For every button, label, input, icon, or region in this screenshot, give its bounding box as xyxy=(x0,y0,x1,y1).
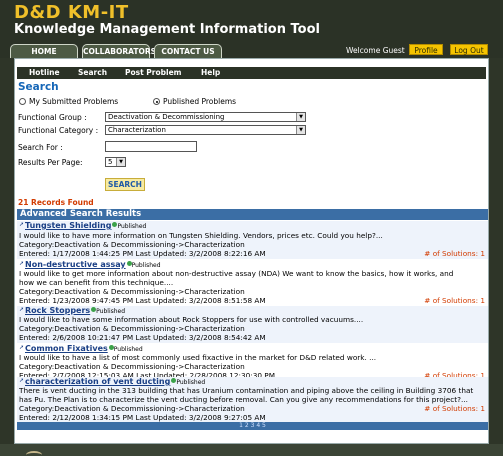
result-category: Category:Deactivation & Decommissioning-… xyxy=(19,240,245,249)
result-item: ➚Rock Stoppers Published I would like to … xyxy=(17,306,488,343)
app-subtitle: Knowledge Management Information Tool xyxy=(14,22,320,37)
results-header: Advanced Search Results xyxy=(17,209,488,220)
footer-logo xyxy=(26,451,42,456)
tab-contact-us[interactable]: CONTACT US xyxy=(154,44,222,58)
results-per-page-label: Results Per Page: xyxy=(18,158,83,167)
result-category: Category:Deactivation & Decommissioning-… xyxy=(19,404,245,413)
functional-category-label: Functional Category : xyxy=(18,126,99,135)
submenu-post-problem[interactable]: Post Problem xyxy=(125,67,182,79)
result-description: I would like to get more information abo… xyxy=(19,269,454,278)
result-item: ➚characterization of vent ducting Publish… xyxy=(17,377,488,422)
functional-group-select[interactable]: Deactivation & Decommissioning ▼ xyxy=(105,112,306,122)
result-title-link[interactable]: Common Fixatives xyxy=(25,344,108,353)
result-description: I would like to have a list of most comm… xyxy=(19,353,377,362)
search-for-input[interactable] xyxy=(105,141,197,152)
welcome-text: Welcome Guest xyxy=(346,46,405,55)
logout-button[interactable]: Log Out xyxy=(450,44,488,55)
result-title-link[interactable]: characterization of vent ducting xyxy=(25,377,170,386)
chevron-down-icon: ▼ xyxy=(296,126,305,134)
result-dates: Entered: 1/23/2008 9:47:45 PM Last Updat… xyxy=(19,296,266,305)
footer-bar xyxy=(0,444,503,456)
tab-collaborators[interactable]: COLLABORATORS xyxy=(82,44,156,58)
search-button[interactable]: SEARCH xyxy=(105,178,145,191)
result-item: ➚Common Fixatives Published I would like … xyxy=(17,344,488,379)
functional-category-value: Characterization xyxy=(108,126,166,134)
radio-my-submitted-label: My Submitted Problems xyxy=(29,97,119,106)
chevron-down-icon: ▼ xyxy=(116,158,125,166)
chevron-down-icon: ▼ xyxy=(296,113,305,121)
status-badge: Published xyxy=(117,223,147,230)
submenu-search[interactable]: Search xyxy=(78,67,107,79)
submenu-hotline[interactable]: Hotline xyxy=(29,67,60,79)
status-badge: Published xyxy=(96,308,126,315)
functional-group-value: Deactivation & Decommissioning xyxy=(108,113,225,121)
main-content: Hotline Search Post Problem Help Search … xyxy=(14,58,489,444)
result-item: ➚Non-destructive assay Published I would … xyxy=(17,260,488,305)
page-header: D&D KM-IT Knowledge Management Informati… xyxy=(0,0,503,58)
functional-category-select[interactable]: Characterization ▼ xyxy=(105,125,306,135)
result-category: Category:Deactivation & Decommissioning-… xyxy=(19,362,245,371)
result-title-link[interactable]: Non-destructive assay xyxy=(25,260,126,269)
profile-button[interactable]: Profile xyxy=(409,44,443,55)
functional-group-label: Functional Group : xyxy=(18,113,87,122)
result-category: Category:Deactivation & Decommissioning-… xyxy=(19,324,245,333)
result-dates: Entered: 2/12/2008 1:34:15 PM Last Updat… xyxy=(19,413,266,422)
radio-published[interactable] xyxy=(153,98,160,105)
pagination[interactable]: 1 2 3 4 5 xyxy=(17,422,488,430)
status-badge: Published xyxy=(113,346,143,353)
status-badge: Published xyxy=(131,262,161,269)
submenu-help[interactable]: Help xyxy=(201,67,220,79)
result-title-link[interactable]: Tungsten Shielding xyxy=(25,221,111,230)
result-dates: Entered: 2/6/2008 10:21:47 PM Last Updat… xyxy=(19,333,266,342)
result-description: I would like to have more information on… xyxy=(19,231,383,240)
result-solutions: # of Solutions: 1 xyxy=(424,249,485,258)
radio-published-label: Published Problems xyxy=(163,97,237,106)
result-description: I would like to have some information ab… xyxy=(19,315,364,324)
submenu-bar: Hotline Search Post Problem Help xyxy=(17,67,486,79)
results-per-page-select[interactable]: 5 ▼ xyxy=(105,157,126,167)
result-description: how we can benefit from this technique..… xyxy=(19,278,174,287)
tab-home[interactable]: HOME xyxy=(10,44,78,58)
brand-logo: D&D KM-IT xyxy=(14,2,129,23)
status-badge: Published xyxy=(176,379,206,386)
records-found: 21 Records Found xyxy=(18,198,94,207)
results-per-page-value: 5 xyxy=(108,158,113,166)
result-item: ➚Tungsten Shielding Published I would lik… xyxy=(17,221,488,259)
result-solutions: # of Solutions: 1 xyxy=(424,404,485,413)
result-dates: Entered: 1/17/2008 1:44:25 PM Last Updat… xyxy=(19,249,266,258)
result-category: Category:Deactivation & Decommissioning-… xyxy=(19,287,245,296)
radio-my-submitted[interactable] xyxy=(19,98,26,105)
search-title: Search xyxy=(18,81,59,93)
result-description: There is vent ducting in the 313 buildin… xyxy=(19,386,474,395)
result-solutions: # of Solutions: 1 xyxy=(424,296,485,305)
result-title-link[interactable]: Rock Stoppers xyxy=(25,306,90,315)
result-description: has Pu. The Plan is to characterize the … xyxy=(19,395,468,404)
search-for-label: Search For : xyxy=(18,143,63,152)
